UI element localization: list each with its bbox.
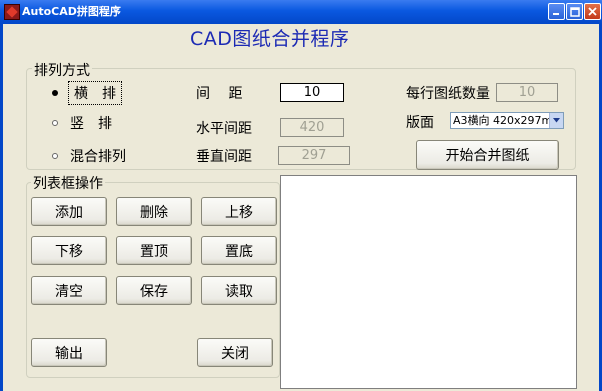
move-up-button[interactable]: 上移 — [201, 197, 277, 226]
v-spacing-label: 垂直间距 — [196, 149, 252, 165]
add-button[interactable]: 添加 — [31, 197, 107, 226]
move-to-bottom-button[interactable]: 置底 — [201, 236, 277, 265]
app-icon[interactable] — [4, 4, 20, 20]
delete-button[interactable]: 删除 — [116, 197, 192, 226]
move-down-button[interactable]: 下移 — [31, 236, 107, 265]
page-title: CAD图纸合并程序 — [190, 28, 350, 50]
h-spacing-label: 水平间距 — [196, 121, 252, 137]
radio-horizontal[interactable]: 横 排 — [52, 81, 122, 105]
save-button[interactable]: 保存 — [116, 276, 192, 305]
minimize-icon — [553, 13, 559, 15]
window-title: AutoCAD拼图程序 — [22, 5, 121, 18]
radio-dot-selected — [52, 90, 58, 96]
per-row-input[interactable]: 10 — [496, 83, 558, 102]
export-button[interactable]: 输出 — [31, 338, 107, 367]
spacing-input[interactable]: 10 — [280, 83, 344, 102]
arrange-group-legend: 排列方式 — [32, 60, 92, 80]
clear-button[interactable]: 清空 — [31, 276, 107, 305]
layout-select-value: A3横向 420x297mm — [453, 114, 563, 127]
per-row-label: 每行图纸数量 — [406, 86, 490, 102]
close-window-button[interactable] — [584, 3, 601, 20]
radio-mixed[interactable]: 混合排列 — [52, 146, 126, 166]
spacing-label: 间 距 — [196, 86, 243, 102]
layout-label: 版面 — [406, 115, 434, 131]
radio-dot — [52, 153, 58, 159]
radio-mixed-label: 混合排列 — [70, 149, 126, 165]
file-listbox[interactable] — [280, 175, 577, 389]
layout-select[interactable]: A3横向 420x297mm — [450, 112, 564, 129]
radio-vertical[interactable]: 竖 排 — [52, 113, 112, 133]
move-to-top-button[interactable]: 置顶 — [116, 236, 192, 265]
h-spacing-input[interactable]: 420 — [280, 118, 344, 137]
start-merge-button[interactable]: 开始合并图纸 — [416, 140, 559, 170]
v-spacing-input[interactable]: 297 — [278, 146, 350, 165]
list-ops-legend: 列表框操作 — [31, 173, 105, 193]
radio-horizontal-label: 横 排 — [68, 81, 122, 105]
radio-dot — [52, 120, 58, 126]
radio-vertical-label: 竖 排 — [70, 116, 112, 132]
title-bar[interactable]: AutoCAD拼图程序 — [0, 0, 602, 24]
maximize-button[interactable] — [566, 3, 583, 20]
close-icon — [588, 7, 597, 16]
minimize-button[interactable] — [548, 3, 565, 20]
chevron-down-icon[interactable] — [549, 113, 563, 128]
maximize-icon — [569, 6, 580, 17]
close-button[interactable]: 关闭 — [197, 338, 273, 367]
read-button[interactable]: 读取 — [201, 276, 277, 305]
